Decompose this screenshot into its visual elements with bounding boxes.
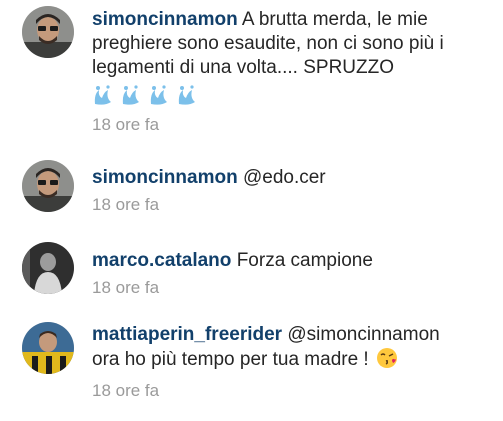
avatar[interactable] xyxy=(22,242,74,294)
timestamp: 18 ore fa xyxy=(92,115,160,134)
emoji-row xyxy=(92,84,495,110)
avatar[interactable] xyxy=(22,322,74,374)
avatar[interactable] xyxy=(22,6,74,58)
splash-icon xyxy=(122,85,139,105)
comment-text: A brutta merda, le mie xyxy=(241,9,428,30)
timestamp: 18 ore fa xyxy=(92,381,160,400)
username-link[interactable]: mattiaperin_freerider xyxy=(92,324,282,345)
comment-text: legamenti di una volta.... SPRUZZO xyxy=(92,57,395,78)
splash-icon xyxy=(94,85,111,105)
timestamp: 18 ore fa xyxy=(92,195,160,214)
timestamp: 18 ore fa xyxy=(92,278,160,297)
username-link[interactable]: marco.catalano xyxy=(92,250,231,271)
mention-link[interactable]: @edo.cer xyxy=(243,167,326,188)
comment-text: ora ho più tempo per tua madre ! xyxy=(92,349,369,370)
mention-link[interactable]: @simoncinnamon xyxy=(287,324,439,345)
comment-text: preghiere sono esaudite, non ci sono più… xyxy=(92,33,444,54)
splash-icon xyxy=(178,85,195,105)
splash-icon xyxy=(150,85,167,105)
kissing-face-icon xyxy=(377,348,397,368)
username-link[interactable]: simoncinnamon xyxy=(92,9,238,30)
comment-text: Forza campione xyxy=(236,250,373,271)
username-link[interactable]: simoncinnamon xyxy=(92,167,238,188)
avatar[interactable] xyxy=(22,160,74,212)
